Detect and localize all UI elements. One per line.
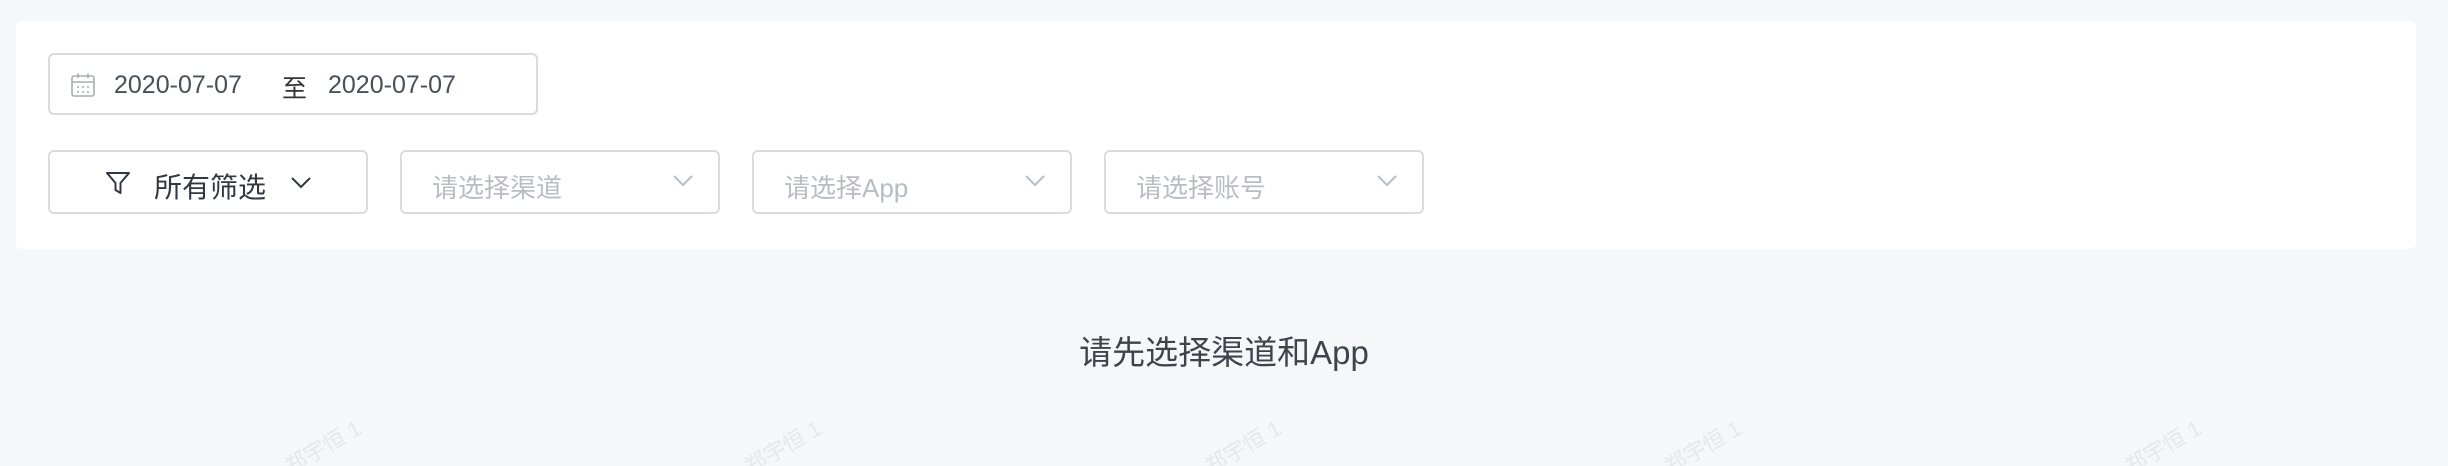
all-filters-button[interactable]: 所有筛选 [48,150,368,214]
chevron-down-icon [673,175,693,187]
watermark: 郑宇恒 1 [1200,415,1286,466]
chevron-down-icon [1377,175,1397,187]
date-range-separator: 至 [282,75,308,103]
calendar-icon [71,73,95,97]
date-range-picker[interactable]: 2020-07-07 至 2020-07-07 [48,53,538,115]
watermark: 郑宇恒 1 [1660,415,1746,466]
chevron-down-icon [1025,175,1045,187]
channel-select-placeholder: 请选择渠道 [432,173,563,203]
channel-select[interactable]: 请选择渠道 [400,150,720,214]
filter-panel: 2020-07-07 至 2020-07-07 所有筛选 请选择渠道 请选择Ap… [16,21,2416,249]
account-select[interactable]: 请选择账号 [1104,150,1424,214]
app-select-placeholder: 请选择App [784,173,909,203]
empty-state-message: 请先选择渠道和App [1079,334,1369,371]
end-date-input[interactable]: 2020-07-07 [328,71,456,100]
watermark: 郑宇恒 1 [280,415,366,466]
filter-icon [106,172,130,194]
start-date-input[interactable]: 2020-07-07 [114,71,242,100]
watermark: 郑宇恒 1 [740,415,826,466]
watermark: 郑宇恒 1 [2120,415,2206,466]
chevron-down-icon [291,177,311,189]
page: 郑宇恒 1 郑宇恒 1 郑宇恒 1 郑宇恒 1 郑宇恒 1 郑宇恒 1 郑宇恒 … [0,0,2448,466]
account-select-placeholder: 请选择账号 [1136,173,1267,203]
app-select[interactable]: 请选择App [752,150,1072,214]
all-filters-label: 所有筛选 [154,172,267,203]
